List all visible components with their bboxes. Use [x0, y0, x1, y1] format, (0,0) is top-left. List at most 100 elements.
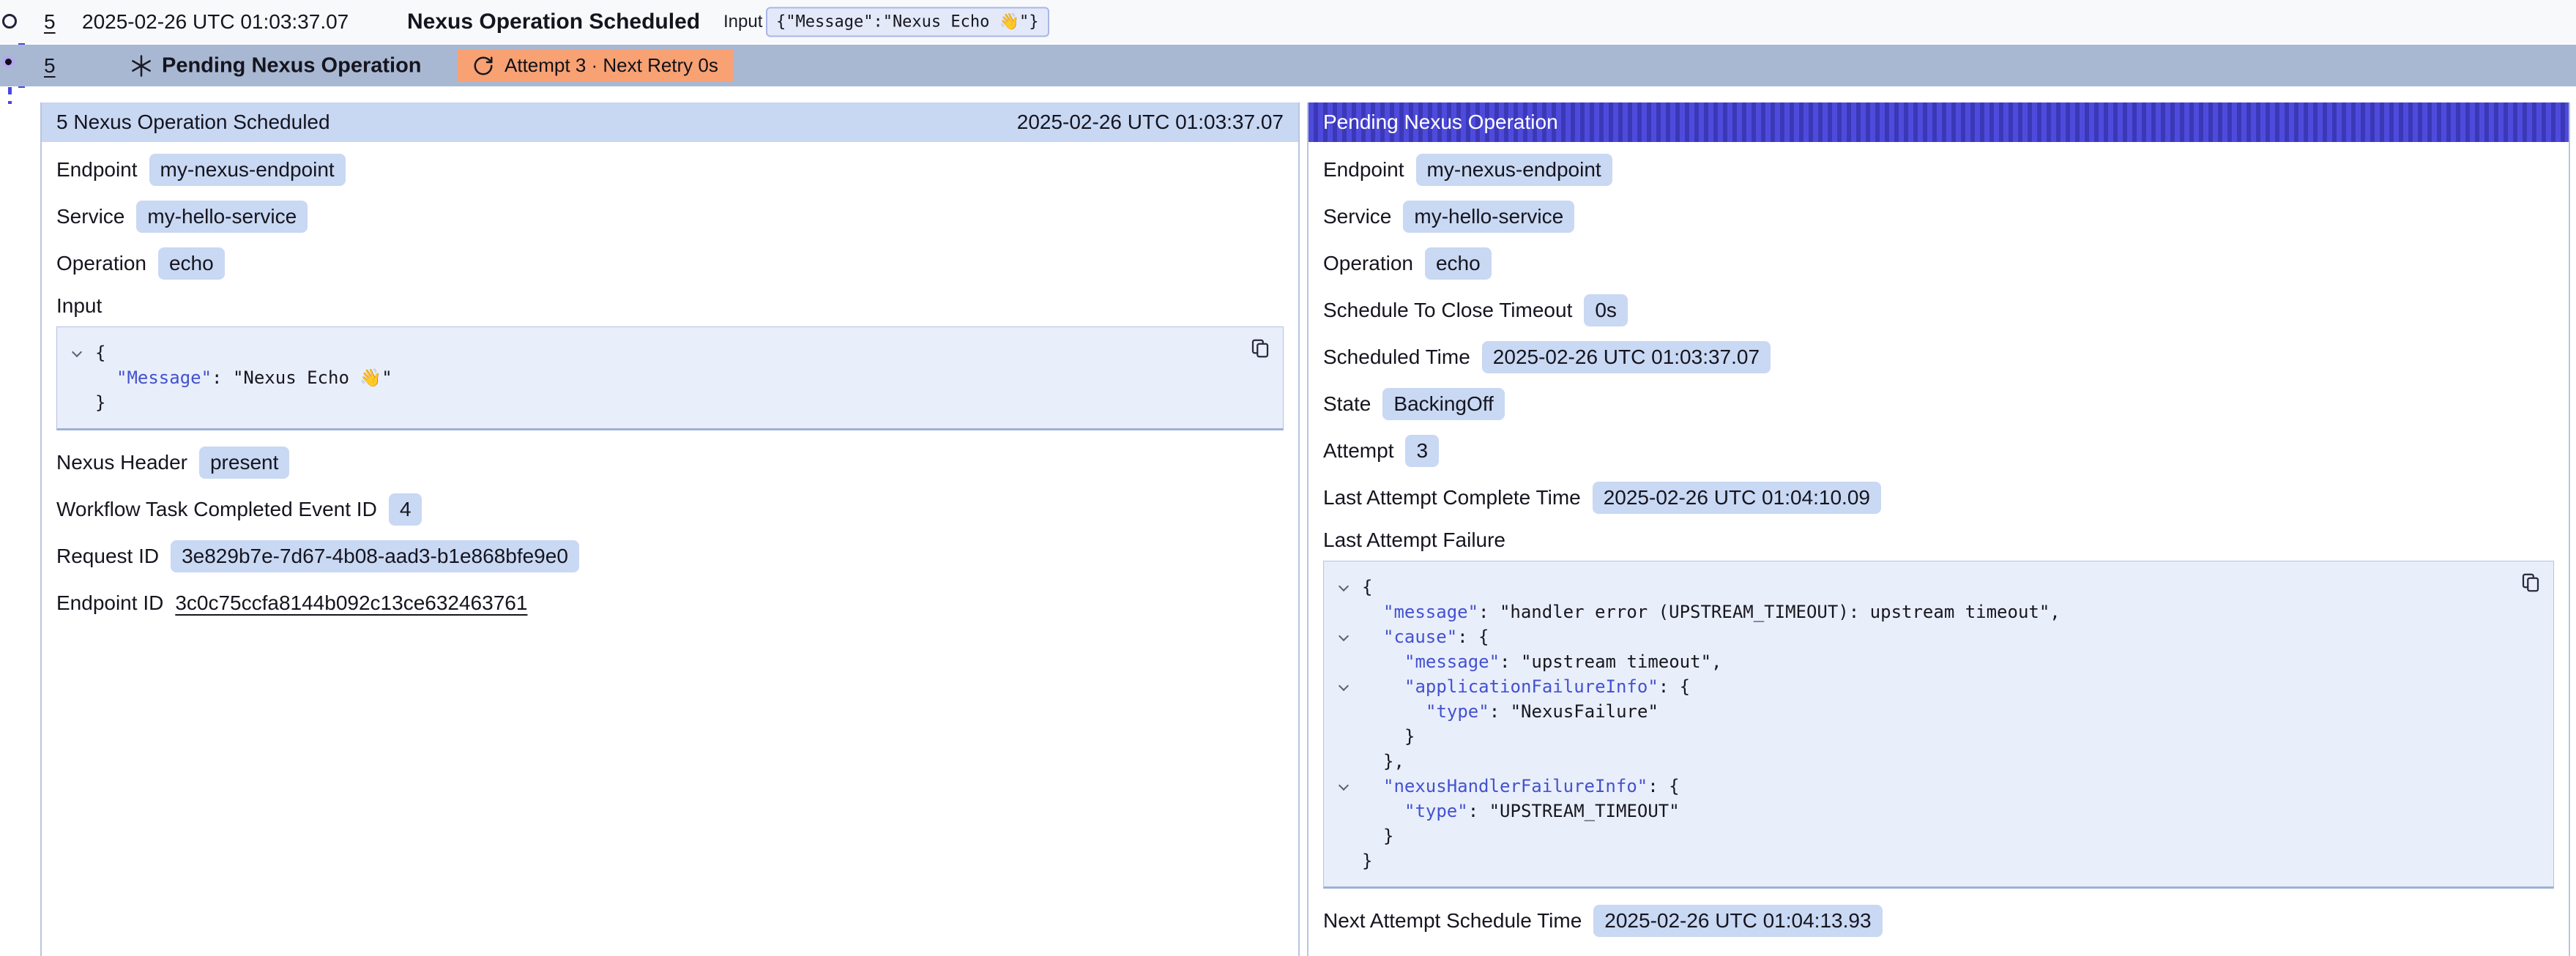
- detail-field-row: Last Attempt Complete Time2025-02-26 UTC…: [1323, 482, 2554, 514]
- field-label: Schedule To Close Timeout: [1323, 299, 1572, 322]
- field-label: Endpoint ID: [56, 591, 163, 615]
- code-line: {: [1330, 575, 2502, 600]
- json-text: : "upstream timeout",: [1500, 651, 1721, 672]
- pending-operation-fields: Endpointmy-nexus-endpoint Servicemy-hello…: [1323, 154, 2554, 514]
- field-value-link[interactable]: 3c0c75ccfa8144b092c13ce632463761: [175, 591, 527, 615]
- copy-icon: [2520, 572, 2542, 594]
- json-key: "type": [1404, 801, 1468, 821]
- history-row-nexus-operation-scheduled[interactable]: 5 2025-02-26 UTC 01:03:37.07 Nexus Opera…: [0, 0, 2576, 43]
- field-value-chip: 2025-02-26 UTC 01:04:13.93: [1593, 905, 1882, 937]
- code-line: "message": "handler error (UPSTREAM_TIME…: [1330, 600, 2502, 624]
- input-label: Input: [723, 12, 762, 32]
- collapse-chevron-icon[interactable]: [1339, 632, 1349, 642]
- event-name: Nexus Operation Scheduled: [407, 10, 700, 34]
- history-row-pending-nexus-operation[interactable]: 5 Pending Nexus Operation Attempt 3 · Ne…: [0, 45, 2576, 86]
- detail-field-row: Endpoint ID 3c0c75ccfa8144b092c13ce632463…: [56, 587, 1284, 619]
- event-detail-panel-header: 5 Nexus Operation Scheduled 2025-02-26 U…: [42, 102, 1298, 142]
- field-value-chip: 2025-02-26 UTC 01:04:10.09: [1593, 482, 1881, 514]
- field-label: Operation: [56, 252, 146, 275]
- detail-field-row: Endpointmy-nexus-endpoint: [1323, 154, 2554, 186]
- code-line: }: [63, 390, 1232, 415]
- json-text: : "handler error (UPSTREAM_TIMEOUT): ups…: [1478, 602, 2061, 622]
- copy-button[interactable]: [1249, 337, 1271, 359]
- pending-asterisk-icon: [129, 53, 154, 78]
- json-text: : "NexusFailure": [1489, 701, 1659, 722]
- detail-field-row: Endpointmy-nexus-endpoint: [56, 154, 1284, 186]
- json-text: }: [1362, 851, 1372, 871]
- field-value-chip: 3e829b7e-7d67-4b08-aad3-b1e868bfe9e0: [171, 540, 579, 572]
- code-line: "cause": {: [1330, 624, 2502, 649]
- detail-field-row: Operationecho: [56, 247, 1284, 280]
- code-line: "type": "NexusFailure": [1330, 699, 2502, 724]
- field-value-chip: 0s: [1584, 294, 1628, 326]
- pending-operation-panel: Pending Nexus Operation Endpointmy-nexus…: [1307, 102, 2570, 956]
- failure-code-block: {"message": "handler error (UPSTREAM_TIM…: [1323, 561, 2554, 889]
- input-code-block: {"Message": "Nexus Echo 👋"}: [56, 326, 1284, 430]
- event-id-link[interactable]: 5: [44, 10, 56, 34]
- detail-field-row: Schedule To Close Timeout 0s: [1323, 294, 2554, 326]
- json-text: },: [1383, 751, 1404, 772]
- detail-field-row: Next Attempt Schedule Time2025-02-26 UTC…: [1323, 905, 2554, 937]
- field-label: Operation: [1323, 252, 1413, 275]
- timeline-node-current-icon[interactable]: [2, 56, 15, 68]
- field-label: Workflow Task Completed Event ID: [56, 498, 377, 521]
- json-text: }: [95, 392, 105, 413]
- detail-field-row: Scheduled Time 2025-02-26 UTC 01:03:37.07: [1323, 341, 2554, 373]
- code-line: }: [1330, 824, 2502, 848]
- event-id-link[interactable]: 5: [44, 54, 56, 78]
- event-history-screen: 5 2025-02-26 UTC 01:03:37.07 Nexus Opera…: [0, 0, 2576, 956]
- code-line: "Message": "Nexus Echo 👋": [63, 365, 1232, 390]
- field-value-chip: my-nexus-endpoint: [1416, 154, 1612, 186]
- event-timestamp: 2025-02-26 UTC 01:03:37.07: [82, 10, 349, 34]
- code-line: {: [63, 340, 1232, 365]
- field-label: Endpoint: [56, 158, 138, 182]
- json-text: {: [95, 343, 105, 363]
- json-text: }: [1404, 726, 1415, 747]
- collapse-chevron-icon[interactable]: [1339, 681, 1349, 692]
- collapse-chevron-icon[interactable]: [72, 348, 82, 358]
- field-label: Attempt: [1323, 439, 1393, 463]
- failure-section-label: Last Attempt Failure: [1323, 529, 2554, 552]
- collapse-chevron-icon[interactable]: [1339, 781, 1349, 791]
- timeline-node-open-icon[interactable]: [2, 14, 17, 29]
- code-line: },: [1330, 749, 2502, 774]
- code-line: "applicationFailureInfo": {: [1330, 674, 2502, 699]
- detail-field-row: Servicemy-hello-service: [1323, 201, 2554, 233]
- detail-field-row: Workflow Task Completed Event ID 4: [56, 493, 1284, 526]
- json-key: "nexusHandlerFailureInfo": [1383, 776, 1648, 796]
- json-key: "message": [1404, 651, 1500, 672]
- collapse-chevron-icon[interactable]: [1339, 582, 1349, 592]
- detail-field-row: Nexus Header present: [56, 447, 1284, 479]
- field-value-chip: present: [199, 447, 289, 479]
- json-text: }: [1383, 826, 1393, 846]
- code-line: }: [1330, 724, 2502, 749]
- code-line: "nexusHandlerFailureInfo": {: [1330, 774, 2502, 799]
- event-detail-fields: Nexus Header present Workflow Task Complet…: [56, 447, 1284, 619]
- json-text: : {: [1648, 776, 1679, 796]
- json-text: : {: [1659, 676, 1690, 697]
- copy-button[interactable]: [2520, 572, 2542, 594]
- code-line: }: [1330, 848, 2502, 873]
- field-value-chip: 4: [389, 493, 422, 526]
- detail-field-row: StateBackingOff: [1323, 388, 2554, 420]
- json-text: : "Nexus Echo 👋": [212, 367, 392, 388]
- field-label: Scheduled Time: [1323, 346, 1470, 369]
- code-line: "message": "upstream timeout",: [1330, 649, 2502, 674]
- field-label: Nexus Header: [56, 451, 187, 474]
- copy-icon: [1249, 337, 1271, 359]
- field-label: State: [1323, 392, 1371, 416]
- detail-field-row: Attempt 3: [1323, 435, 2554, 467]
- event-detail-fields: Endpointmy-nexus-endpointServicemy-hello…: [56, 154, 1284, 280]
- input-section-label: Input: [56, 294, 1284, 318]
- json-key: "applicationFailureInfo": [1404, 676, 1659, 697]
- retry-icon: [472, 55, 494, 77]
- json-key: "Message": [116, 367, 212, 388]
- json-key: "message": [1383, 602, 1478, 622]
- panel-title: 5 Nexus Operation Scheduled: [56, 111, 330, 134]
- json-text: : "UPSTREAM_TIMEOUT": [1468, 801, 1680, 821]
- json-key: "type": [1426, 701, 1489, 722]
- detail-field-row: Operation echo: [1323, 247, 2554, 280]
- field-value-chip: 3: [1405, 435, 1439, 467]
- field-value-chip: echo: [1425, 247, 1492, 280]
- field-value-chip: 2025-02-26 UTC 01:03:37.07: [1482, 341, 1771, 373]
